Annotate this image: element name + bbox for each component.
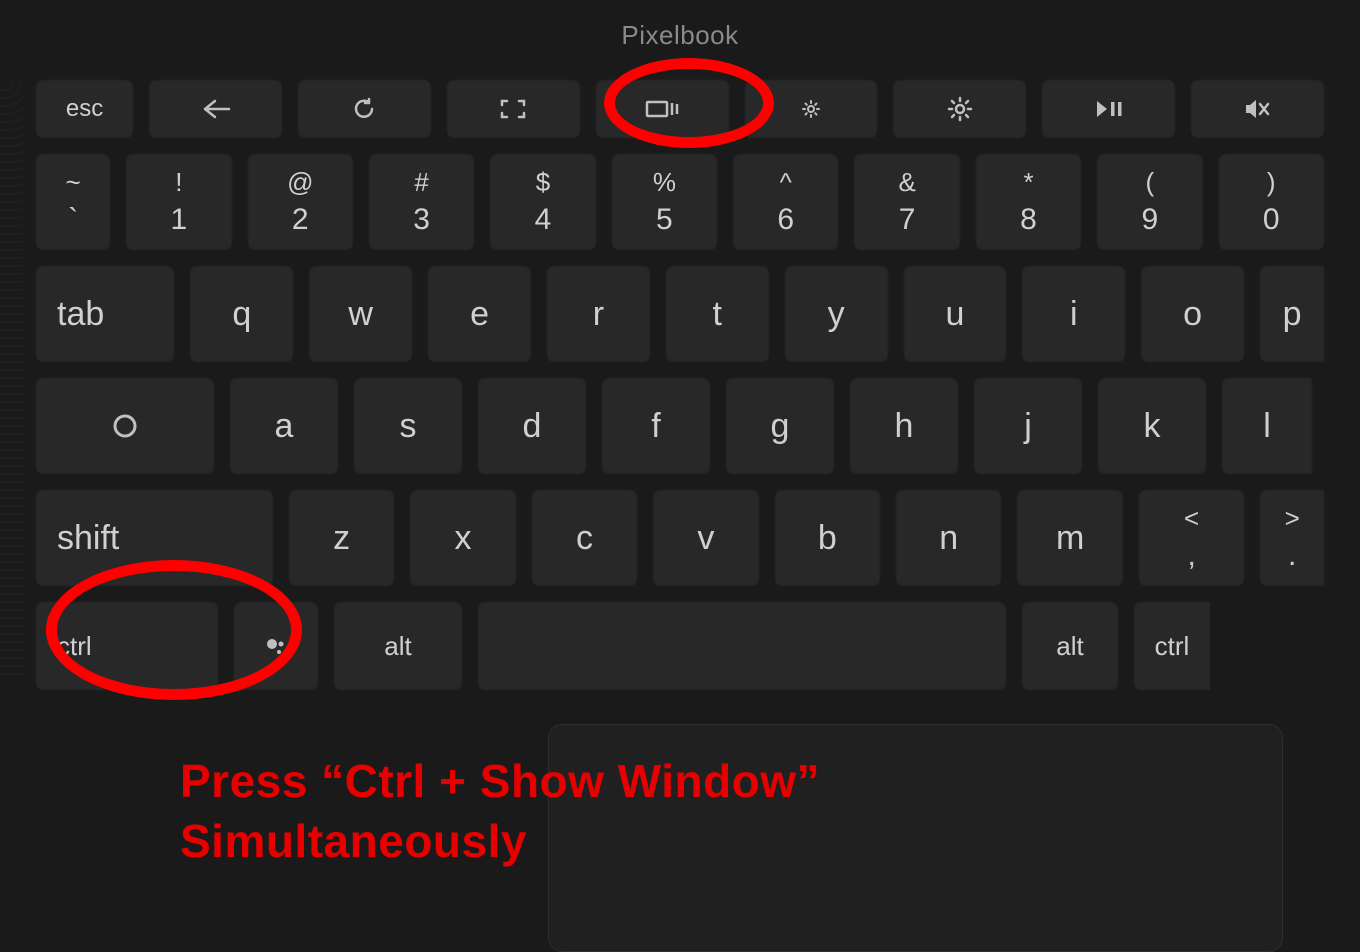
ctrl-key[interactable]: ctrl [35,601,219,691]
assistant-icon [265,635,287,657]
b-key[interactable]: b [774,489,881,587]
function-row: esc [35,79,1325,139]
refresh-icon [352,97,376,121]
a-key[interactable]: a [229,377,339,475]
brightness-up-key[interactable] [892,79,1027,139]
h-key[interactable]: h [849,377,959,475]
r-key[interactable]: r [546,265,651,363]
q-row: tab q w e r t y u i o p [35,265,1325,363]
d-key[interactable]: d [477,377,587,475]
f-key[interactable]: f [601,377,711,475]
symbol-top: ~ [66,169,81,195]
play-pause-key[interactable] [1041,79,1176,139]
s-key[interactable]: s [353,377,463,475]
brand-label: Pixelbook [0,20,1360,51]
two-key[interactable]: @2 [247,153,354,251]
o-key[interactable]: o [1140,265,1245,363]
brightness-up-icon [947,96,973,122]
comma-key[interactable]: <, [1138,489,1245,587]
assistant-key[interactable] [233,601,319,691]
search-circle-icon [111,412,139,440]
v-key[interactable]: v [652,489,759,587]
l-key[interactable]: l [1221,377,1313,475]
z-key[interactable]: z [288,489,395,587]
e-key[interactable]: e [427,265,532,363]
fullscreen-key[interactable] [446,79,581,139]
four-key[interactable]: $4 [489,153,596,251]
seven-key[interactable]: &7 [853,153,960,251]
show-windows-key[interactable] [595,79,730,139]
five-key[interactable]: %5 [611,153,718,251]
space-key[interactable] [477,601,1007,691]
backtick-key[interactable]: ~` [35,153,111,251]
back-icon [201,99,231,119]
three-key[interactable]: #3 [368,153,475,251]
refresh-key[interactable] [297,79,432,139]
bottom-row: ctrl alt alt ctrl [35,601,1325,691]
z-row: shift z x c v b n m <, >. [35,489,1325,587]
alt-right-key[interactable]: alt [1021,601,1119,691]
fullscreen-icon [500,99,526,119]
annotation-text: Press “Ctrl + Show Window” Simultaneousl… [180,752,820,872]
brightness-down-icon [801,99,821,119]
alt-key[interactable]: alt [333,601,463,691]
a-row: a s d f g h j k l [35,377,1325,475]
k-key[interactable]: k [1097,377,1207,475]
mute-key[interactable] [1190,79,1325,139]
back-key[interactable] [148,79,283,139]
x-key[interactable]: x [409,489,516,587]
w-key[interactable]: w [308,265,413,363]
symbol-bot: ` [68,205,78,235]
t-key[interactable]: t [665,265,770,363]
play-pause-icon [1095,99,1123,119]
esc-key[interactable]: esc [35,79,134,139]
q-key[interactable]: q [189,265,294,363]
p-key[interactable]: p [1259,265,1325,363]
one-key[interactable]: !1 [125,153,232,251]
nine-key[interactable]: (9 [1096,153,1203,251]
i-key[interactable]: i [1021,265,1126,363]
show-windows-icon [645,98,679,120]
mute-icon [1244,97,1272,121]
keyboard: esc ~` !1 @2 #3 $4 %5 ^6 &7 *8 (9 )0 tab [35,69,1325,715]
six-key[interactable]: ^6 [732,153,839,251]
m-key[interactable]: m [1016,489,1123,587]
number-row: ~` !1 @2 #3 $4 %5 ^6 &7 *8 (9 )0 [35,153,1325,251]
keyboard-area: Pixelbook esc ~` !1 @2 #3 $4 %5 ^6 &7 *8… [0,0,1360,715]
n-key[interactable]: n [895,489,1002,587]
ctrl-right-key[interactable]: ctrl [1133,601,1211,691]
period-key[interactable]: >. [1259,489,1325,587]
annotation-line1: Press “Ctrl + Show Window” [180,752,820,812]
zero-key[interactable]: )0 [1218,153,1325,251]
shift-key[interactable]: shift [35,489,274,587]
brightness-down-key[interactable] [744,79,879,139]
j-key[interactable]: j [973,377,1083,475]
u-key[interactable]: u [903,265,1008,363]
y-key[interactable]: y [784,265,889,363]
eight-key[interactable]: *8 [975,153,1082,251]
tab-key[interactable]: tab [35,265,175,363]
g-key[interactable]: g [725,377,835,475]
search-key[interactable] [35,377,215,475]
c-key[interactable]: c [531,489,638,587]
esc-label: esc [66,95,103,123]
annotation-line2: Simultaneously [180,812,820,872]
